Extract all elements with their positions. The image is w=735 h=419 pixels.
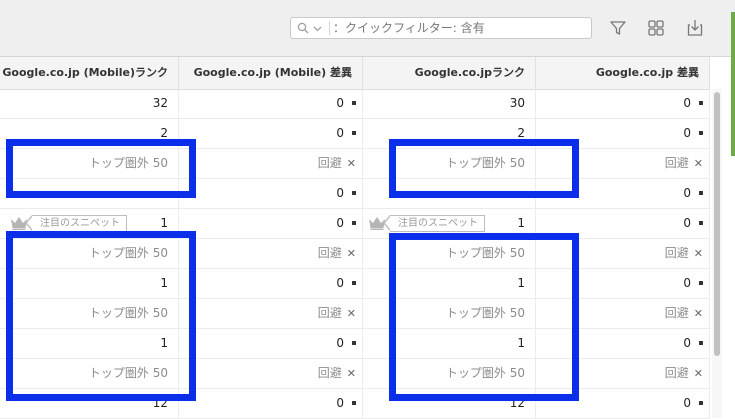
chevron-down-icon — [313, 26, 322, 32]
mobile-diff-value: 回避 — [317, 366, 342, 380]
diff-value: 回避 — [664, 366, 689, 380]
highlight-box — [389, 139, 579, 198]
mobile-diff-cell: 0 — [179, 179, 363, 208]
diff-value: 0 — [683, 276, 691, 290]
mobile-diff-value: 0 — [336, 276, 344, 290]
diff-value: 回避 — [664, 306, 689, 320]
square-bullet-icon — [699, 190, 703, 195]
square-bullet-icon — [352, 100, 356, 105]
mobile-rank-cell: 32 — [0, 89, 179, 118]
diff-value: 0 — [683, 216, 691, 230]
mobile-diff-value: 回避 — [317, 156, 342, 170]
square-bullet-icon — [699, 340, 703, 345]
close-icon[interactable]: ✕ — [347, 367, 356, 380]
mobile-diff-cell: 0 — [179, 389, 363, 418]
diff-value: 0 — [683, 126, 691, 140]
table-row: 32 0 30 0 — [0, 89, 710, 119]
highlight-box — [389, 233, 579, 401]
square-bullet-icon — [352, 280, 356, 285]
export-icon — [687, 20, 703, 36]
mobile-diff-cell: 0 — [179, 269, 363, 298]
square-bullet-icon — [352, 190, 356, 195]
diff-value: 0 — [683, 96, 691, 110]
mobile-diff-cell: 回避 ✕ — [179, 359, 363, 388]
square-bullet-icon — [699, 220, 703, 225]
mobile-diff-cell: 0 — [179, 329, 363, 358]
diff-value: 回避 — [664, 156, 689, 170]
square-bullet-icon — [352, 130, 356, 135]
mobile-diff-value: 回避 — [317, 306, 342, 320]
search-icon — [297, 22, 309, 34]
export-button[interactable] — [684, 17, 706, 39]
mobile-diff-value: 0 — [336, 396, 344, 410]
close-icon[interactable]: ✕ — [694, 157, 703, 170]
mobile-diff-value: 0 — [336, 186, 344, 200]
square-bullet-icon — [699, 400, 703, 405]
mobile-diff-cell: 回避 ✕ — [179, 149, 363, 178]
highlight-box — [6, 231, 196, 401]
mobile-diff-cell: 0 — [179, 209, 363, 238]
col-header-mobile-diff[interactable]: Google.co.jp (Mobile) 差異 — [179, 57, 363, 89]
square-bullet-icon — [699, 130, 703, 135]
mobile-diff-cell: 0 — [179, 89, 363, 118]
search-divider — [329, 21, 330, 35]
close-icon[interactable]: ✕ — [694, 247, 703, 260]
close-icon[interactable]: ✕ — [347, 307, 356, 320]
rank-cell: 30 — [363, 89, 536, 118]
square-bullet-icon — [699, 100, 703, 105]
quick-filter-box[interactable] — [290, 17, 592, 39]
diff-value: 0 — [683, 336, 691, 350]
grid-view-button[interactable] — [645, 17, 667, 39]
diff-cell: 0 — [536, 89, 710, 118]
mobile-diff-value: 回避 — [317, 246, 342, 260]
table-header: Google.co.jp (Mobile)ランク Google.co.jp (M… — [0, 57, 710, 90]
square-bullet-icon — [352, 340, 356, 345]
quick-filter-input[interactable] — [333, 19, 583, 37]
mobile-diff-value: 0 — [336, 96, 344, 110]
toolbar — [0, 0, 735, 57]
square-bullet-icon — [352, 400, 356, 405]
grid-icon — [648, 20, 664, 36]
square-bullet-icon — [352, 220, 356, 225]
mobile-diff-value: 0 — [336, 126, 344, 140]
mobile-diff-cell: 回避 ✕ — [179, 239, 363, 268]
mobile-diff-cell: 0 — [179, 119, 363, 148]
close-icon[interactable]: ✕ — [347, 247, 356, 260]
close-icon[interactable]: ✕ — [694, 307, 703, 320]
diff-value: 回避 — [664, 246, 689, 260]
mobile-diff-cell: 回避 ✕ — [179, 299, 363, 328]
filter-button[interactable] — [607, 17, 629, 39]
close-icon[interactable]: ✕ — [694, 367, 703, 380]
scrollbar-thumb[interactable] — [714, 92, 720, 356]
mobile-diff-value: 0 — [336, 336, 344, 350]
col-header-diff[interactable]: Google.co.jp 差異 — [536, 57, 710, 89]
diff-value: 0 — [683, 396, 691, 410]
accent-bar — [731, 12, 735, 156]
square-bullet-icon — [699, 280, 703, 285]
col-header-mobile-rank[interactable]: Google.co.jp (Mobile)ランク — [0, 57, 179, 89]
close-icon[interactable]: ✕ — [347, 157, 356, 170]
filter-icon — [610, 21, 626, 35]
mobile-diff-value: 0 — [336, 216, 344, 230]
col-header-rank[interactable]: Google.co.jpランク — [363, 57, 536, 89]
search-mode-dropdown[interactable] — [295, 20, 330, 36]
highlight-box — [6, 139, 196, 198]
diff-value: 0 — [683, 186, 691, 200]
